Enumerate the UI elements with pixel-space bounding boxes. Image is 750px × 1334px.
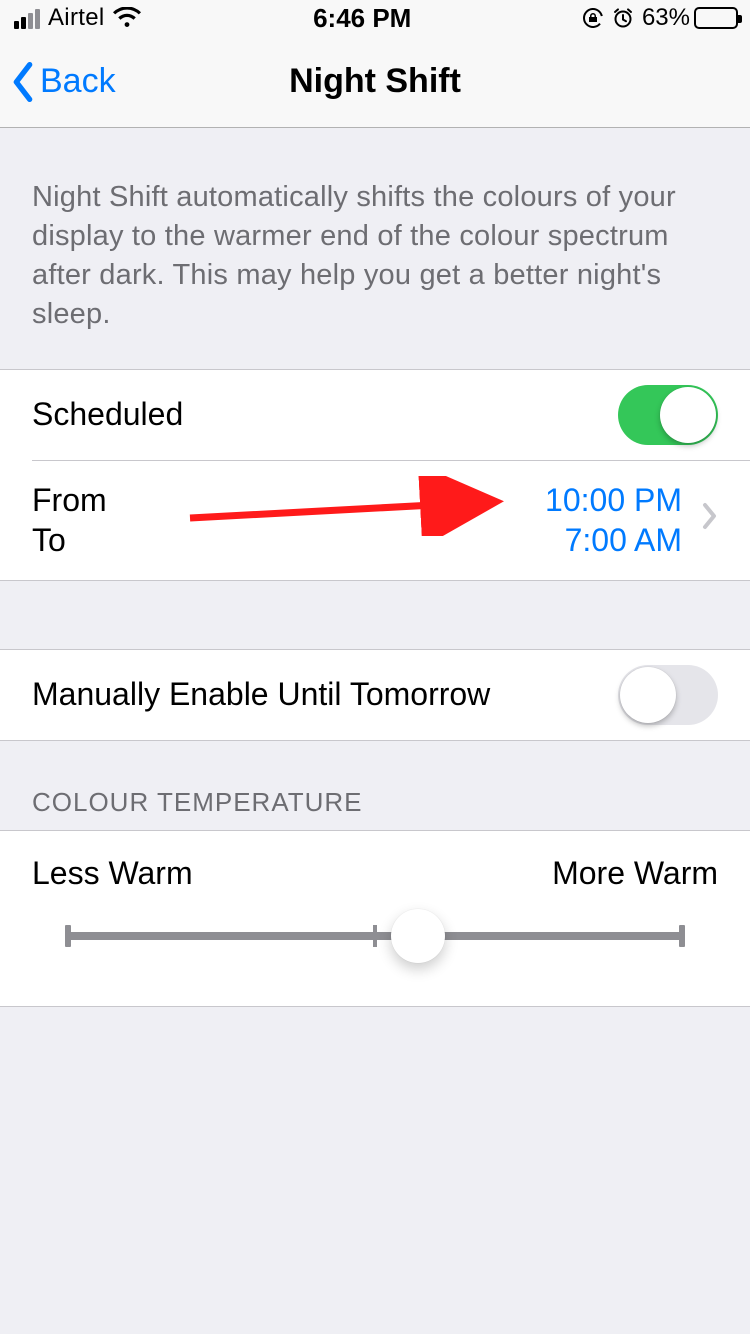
schedule-time-labels: From To (32, 480, 545, 560)
from-label: From (32, 480, 545, 520)
less-warm-label: Less Warm (32, 855, 193, 892)
battery-percent: 63% (642, 4, 690, 32)
back-button[interactable]: Back (10, 62, 116, 102)
carrier-label: Airtel (48, 4, 104, 32)
alarm-icon (612, 7, 634, 29)
schedule-group: Scheduled From To 10:00 PM 7:00 AM (0, 369, 750, 581)
intro-description: Night Shift automatically shifts the col… (0, 128, 750, 369)
to-value: 7:00 AM (545, 520, 682, 560)
temperature-slider-row: Less Warm More Warm (0, 831, 750, 1006)
manual-group: Manually Enable Until Tomorrow (0, 649, 750, 741)
slider-midpoint-tick (373, 925, 377, 947)
to-label: To (32, 520, 545, 560)
status-bar: Airtel 6:46 PM 63% (0, 0, 750, 36)
nav-bar: Back Night Shift (0, 36, 750, 128)
manual-enable-toggle[interactable] (618, 665, 718, 725)
cellular-signal-icon (14, 7, 40, 29)
colour-temperature-header: COLOUR TEMPERATURE (0, 741, 750, 830)
spacer (0, 581, 750, 649)
manual-enable-row[interactable]: Manually Enable Until Tomorrow (0, 650, 750, 740)
schedule-time-values: 10:00 PM 7:00 AM (545, 480, 702, 560)
status-right: 63% (582, 4, 738, 32)
orientation-lock-icon (582, 7, 604, 29)
schedule-times-row[interactable]: From To 10:00 PM 7:00 AM (0, 460, 750, 580)
chevron-right-icon (702, 501, 718, 538)
chevron-left-icon (10, 62, 36, 102)
battery-icon (694, 7, 738, 29)
status-left: Airtel (14, 4, 142, 32)
scheduled-label: Scheduled (32, 396, 618, 433)
status-time: 6:46 PM (313, 3, 411, 34)
temperature-slider-thumb[interactable] (391, 909, 445, 963)
temperature-group: Less Warm More Warm (0, 830, 750, 1007)
scheduled-row[interactable]: Scheduled (0, 370, 750, 460)
temperature-slider-labels: Less Warm More Warm (32, 855, 718, 892)
wifi-icon (112, 7, 142, 29)
manual-enable-label: Manually Enable Until Tomorrow (32, 676, 618, 713)
temperature-slider[interactable] (68, 932, 682, 940)
back-label: Back (40, 62, 116, 101)
from-value: 10:00 PM (545, 480, 682, 520)
battery-indicator: 63% (642, 4, 738, 32)
scheduled-toggle[interactable] (618, 385, 718, 445)
more-warm-label: More Warm (552, 855, 718, 892)
